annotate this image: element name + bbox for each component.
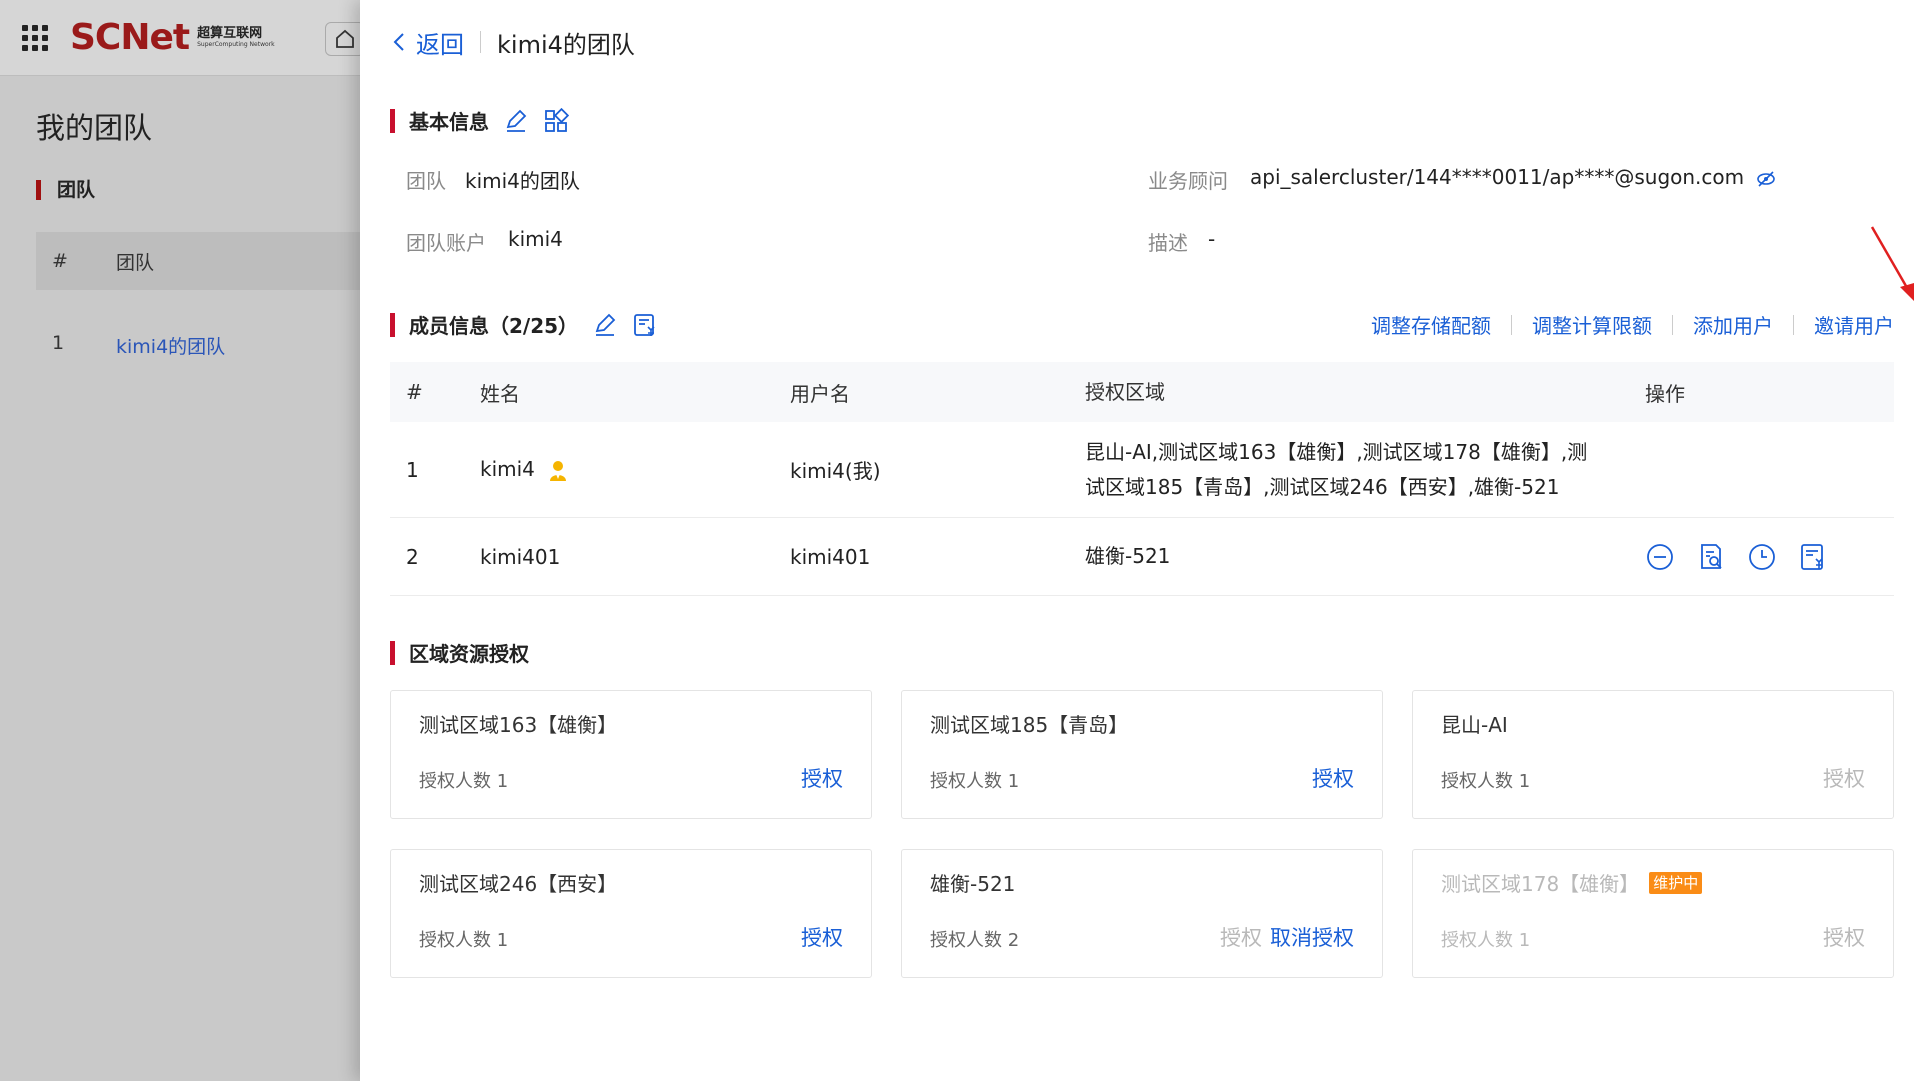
adjust-storage-quota-link[interactable]: 调整存储配额 xyxy=(1371,310,1491,339)
region-card: 雄衡-521 授权人数 2 授权 取消授权 xyxy=(901,849,1383,978)
authorize-button[interactable]: 授权 xyxy=(801,922,843,952)
bg-team-link[interactable]: kimi4的团队 xyxy=(116,332,225,359)
authorize-button[interactable]: 授权 xyxy=(1220,922,1262,952)
scnet-logo[interactable]: SCNet 超算互联网 SuperComputing Network xyxy=(70,17,275,58)
home-button[interactable] xyxy=(325,22,365,56)
desc-value: - xyxy=(1208,227,1216,251)
members-heading: 成员信息（2/25） xyxy=(390,310,658,339)
clock-icon[interactable] xyxy=(1747,542,1777,572)
members-table-header: # 姓名 用户名 授权区域 操作 xyxy=(390,362,1894,422)
chevron-left-icon xyxy=(393,33,404,51)
region-card: 昆山-AI 授权人数 1 授权 xyxy=(1412,690,1894,819)
add-user-link[interactable]: 添加用户 xyxy=(1693,310,1773,339)
bg-table-header: # 团队 xyxy=(36,232,366,290)
edit-icon[interactable] xyxy=(592,312,618,338)
back-button[interactable]: 返回 xyxy=(392,25,464,60)
team-label: 团队 xyxy=(406,169,446,193)
region-card: 测试区域163【雄衡】 授权人数 1 授权 xyxy=(390,690,872,819)
maintenance-badge: 维护中 xyxy=(1649,871,1703,894)
table-row: 2 kimi401 kimi401 雄衡-521 xyxy=(390,518,1894,596)
authorize-button[interactable]: 授权 xyxy=(1823,922,1865,952)
invite-user-link[interactable]: 邀请用户 xyxy=(1814,310,1894,339)
regions-heading: 区域资源授权 xyxy=(390,638,529,667)
apps-grid-icon[interactable] xyxy=(22,24,48,51)
advisor-value: api_salercluster/144****0011/ap****@sugo… xyxy=(1250,165,1745,189)
advisor-label: 业务顾问 xyxy=(1148,169,1228,193)
region-card: 测试区域185【青岛】 授权人数 1 授权 xyxy=(901,690,1383,819)
revoke-authorization-button[interactable]: 取消授权 xyxy=(1270,922,1354,952)
home-icon xyxy=(336,29,354,48)
region-cards: 测试区域163【雄衡】 授权人数 1 授权 测试区域185【青岛】 授权人数 1… xyxy=(390,690,1894,978)
account-value: kimi4 xyxy=(508,227,563,251)
remove-member-icon[interactable] xyxy=(1645,542,1675,572)
account-label: 团队账户 xyxy=(406,231,486,255)
eye-off-icon[interactable] xyxy=(1756,169,1776,193)
page-title: kimi4的团队 xyxy=(497,30,635,59)
view-detail-icon[interactable] xyxy=(1696,542,1726,572)
authorize-button[interactable]: 授权 xyxy=(1312,763,1354,793)
owner-badge-icon xyxy=(549,460,567,482)
authorize-button[interactable]: 授权 xyxy=(801,763,843,793)
members-table: # 姓名 用户名 授权区域 操作 1 kimi4 kimi4(我) 昆山-AI,… xyxy=(390,362,1894,596)
region-card: 测试区域178【雄衡】 维护中 授权人数 1 授权 xyxy=(1412,849,1894,978)
desc-label: 描述 xyxy=(1148,231,1188,255)
authorize-button[interactable]: 授权 xyxy=(1823,763,1865,793)
annotation-arrow-icon xyxy=(1870,226,1914,301)
drawer-topbar: 返回 kimi4的团队 xyxy=(360,0,1920,84)
adjust-compute-limit-link[interactable]: 调整计算限额 xyxy=(1532,310,1652,339)
team-detail-drawer: 返回 kimi4的团队 基本信息 团队 kimi4的团队 团队账户 kimi4 … xyxy=(360,0,1920,1081)
bg-page-title: 我的团队 xyxy=(36,111,153,145)
table-row: 1 kimi4 kimi4(我) 昆山-AI,测试区域163【雄衡】,测试区域1… xyxy=(390,422,1894,518)
quota-doc-icon[interactable] xyxy=(632,312,658,338)
divider xyxy=(480,31,481,53)
bg-table-row[interactable]: 1 kimi4的团队 xyxy=(36,332,366,359)
member-actions: 调整存储配额 调整计算限额 添加用户 邀请用户 xyxy=(1371,310,1894,339)
region-card: 测试区域246【西安】 授权人数 1 授权 xyxy=(390,849,872,978)
quota-doc-icon[interactable] xyxy=(1798,542,1828,572)
bg-header: SCNet 超算互联网 SuperComputing Network xyxy=(0,0,360,76)
edit-icon[interactable] xyxy=(503,108,529,134)
bg-section-title: 团队 xyxy=(36,180,95,200)
team-value: kimi4的团队 xyxy=(465,169,580,193)
background-page: SCNet 超算互联网 SuperComputing Network 我的团队 … xyxy=(0,0,366,1081)
layout-grid-icon[interactable] xyxy=(543,107,569,134)
basic-info-heading: 基本信息 xyxy=(390,106,569,135)
